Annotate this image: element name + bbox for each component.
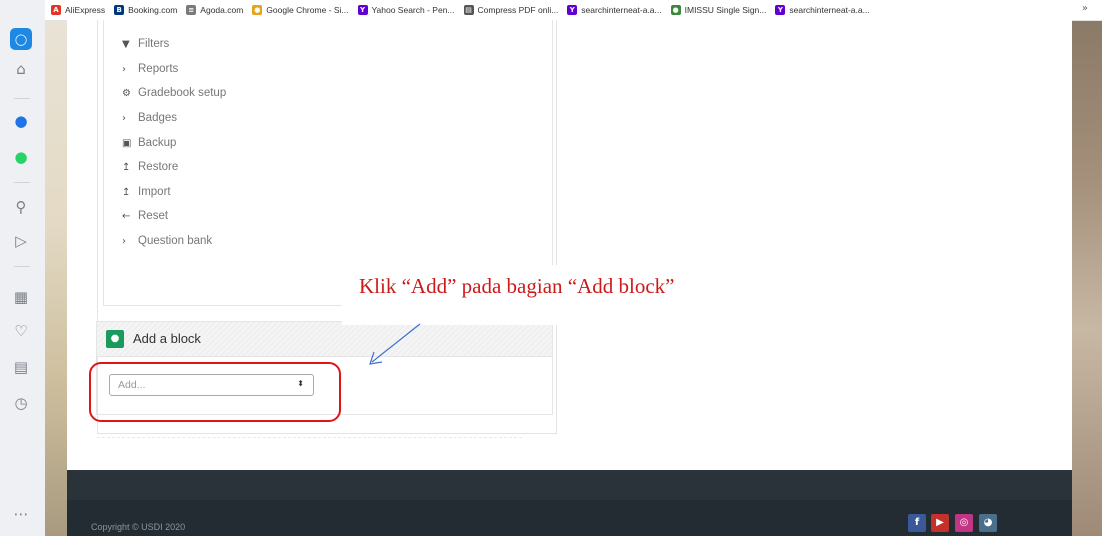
admin-menu-label: Gradebook setup <box>138 87 227 99</box>
browser-sidebar: ◯ ⌂ ● ● ⚲ ▷ ▦ ♡ ▤ ◷ ⋯ <box>0 0 46 536</box>
footer-band <box>67 470 1072 500</box>
admin-menu-item[interactable]: ↥ Restore <box>122 161 178 173</box>
bookmark-label: Yahoo Search - Pen... <box>371 5 455 15</box>
background-image <box>1072 20 1102 536</box>
bookmarks-bar: A AliExpress B Booking.com ≡ Agoda.com ● Google… <box>45 0 1102 21</box>
bookmark-item[interactable]: ▤ Compress PDF onli... <box>463 5 559 15</box>
send-icon[interactable]: ▷ <box>10 230 32 252</box>
yahoo-icon: Y <box>775 5 786 15</box>
apps-icon[interactable]: ▦ <box>10 286 32 308</box>
search-icon[interactable]: ⚲ <box>10 196 32 218</box>
bookmark-item[interactable]: ● IMISSU Single Sign... <box>670 5 767 15</box>
restore-icon: ↥ <box>122 161 131 173</box>
annotation-text: Klik “Add” pada bagian “Add block” <box>359 274 675 298</box>
backup-icon: ▣ <box>122 137 132 149</box>
chevron-right-icon: › <box>122 112 126 124</box>
imissu-icon: ● <box>670 5 681 15</box>
admin-menu-item[interactable]: › Reports <box>122 63 178 75</box>
admin-menu-label: Reports <box>138 63 179 75</box>
divider <box>97 437 522 438</box>
website-icon[interactable]: ◕ <box>979 514 997 532</box>
youtube-icon[interactable]: ▶ <box>931 514 949 532</box>
bookmarks-overflow-icon[interactable]: » <box>1082 3 1088 14</box>
bookmark-label: Compress PDF onli... <box>477 5 559 15</box>
bookmark-item[interactable]: Ysearchinterneat-a.a... <box>775 5 870 15</box>
admin-menu-item[interactable]: › Badges <box>122 112 177 124</box>
bookmark-label: Agoda.com <box>200 5 244 15</box>
booking-icon: B <box>114 5 125 15</box>
admin-menu-label: Restore <box>138 161 179 173</box>
admin-menu-label: Badges <box>138 112 178 124</box>
import-icon: ↥ <box>122 186 131 198</box>
admin-menu-item[interactable]: ⚙ Gradebook setup <box>122 87 226 99</box>
gear-icon: ⚙ <box>122 87 131 99</box>
instagram-icon[interactable]: ◎ <box>955 514 973 532</box>
sidebar-divider <box>14 182 30 183</box>
filter-icon: ▼ <box>122 38 130 50</box>
admin-menu-item[interactable]: › Question bank <box>122 235 212 247</box>
yahoo-icon: Y <box>567 5 578 15</box>
bookmark-item[interactable]: Ysearchinterneat-a.a... <box>567 5 662 15</box>
bookmark-item[interactable]: ≡ Agoda.com <box>186 5 243 15</box>
whatsapp-icon[interactable]: ● <box>10 146 32 168</box>
edge-collections-icon[interactable]: ◯ <box>10 28 32 50</box>
home-icon[interactable]: ⌂ <box>10 58 32 80</box>
admin-menu-label: Filters <box>138 38 170 50</box>
add-block-title: Add a block <box>133 331 201 346</box>
moodle-page: ▼ Filters › Reports ⚙ Gradebook setup › Badges ▣… <box>67 20 1072 470</box>
admin-menu-label: Reset <box>138 210 169 222</box>
messenger-icon[interactable]: ● <box>10 110 32 132</box>
chevron-right-icon: › <box>122 63 126 75</box>
bookmark-item[interactable]: B Booking.com <box>114 5 177 15</box>
aliexpress-icon: A <box>51 5 61 15</box>
admin-menu-label: Question bank <box>138 235 213 247</box>
admin-menu-item[interactable]: ↥ Import <box>122 186 171 198</box>
bookmark-label: IMISSU Single Sign... <box>684 5 767 15</box>
facebook-icon[interactable]: f <box>908 514 926 532</box>
more-icon[interactable]: ⋯ <box>10 503 32 525</box>
agoda-icon: ≡ <box>186 5 197 15</box>
sidebar-divider <box>14 98 30 99</box>
wallet-icon[interactable]: ▤ <box>10 356 32 378</box>
add-block-icon: ● <box>106 330 124 348</box>
copyright-text: Copyright © USDI 2020 <box>91 522 186 532</box>
administration-block: ▼ Filters › Reports ⚙ Gradebook setup › Badges ▣… <box>103 20 553 306</box>
admin-menu-item[interactable]: ▼ Filters <box>122 38 169 50</box>
bookmark-item[interactable]: Y Yahoo Search - Pen... <box>357 5 455 15</box>
bookmark-item[interactable]: A AliExpress <box>51 5 105 15</box>
arrow-left-icon: ← <box>122 210 131 222</box>
admin-menu-item[interactable]: ← Reset <box>122 210 168 222</box>
highlight-box <box>89 362 341 422</box>
document-icon: ▤ <box>463 5 474 15</box>
add-block-header: ● Add a block <box>97 322 552 357</box>
bookmark-label: AliExpress <box>65 5 106 15</box>
admin-menu-item[interactable]: ▣ Backup <box>122 137 176 149</box>
bookmark-item[interactable]: ● Google Chrome - Si... <box>252 5 349 15</box>
bookmark-label: Google Chrome - Si... <box>266 5 349 15</box>
footer: Copyright © USDI 2020 f ▶ ◎ ◕ <box>67 470 1072 536</box>
chrome-icon: ● <box>252 5 263 15</box>
sidebar-divider <box>14 266 30 267</box>
admin-menu-label: Import <box>138 186 171 198</box>
bookmark-label: Booking.com <box>128 5 178 15</box>
annotation-arrow <box>369 323 421 365</box>
bookmark-label: searchinterneat-a.a... <box>581 5 662 15</box>
admin-menu-label: Backup <box>138 137 177 149</box>
bookmark-label: searchinterneat-a.a... <box>789 5 870 15</box>
heart-icon[interactable]: ♡ <box>10 320 32 342</box>
chevron-right-icon: › <box>122 235 126 247</box>
yahoo-icon: Y <box>357 5 368 15</box>
history-icon[interactable]: ◷ <box>10 392 32 414</box>
background-image <box>45 20 67 536</box>
